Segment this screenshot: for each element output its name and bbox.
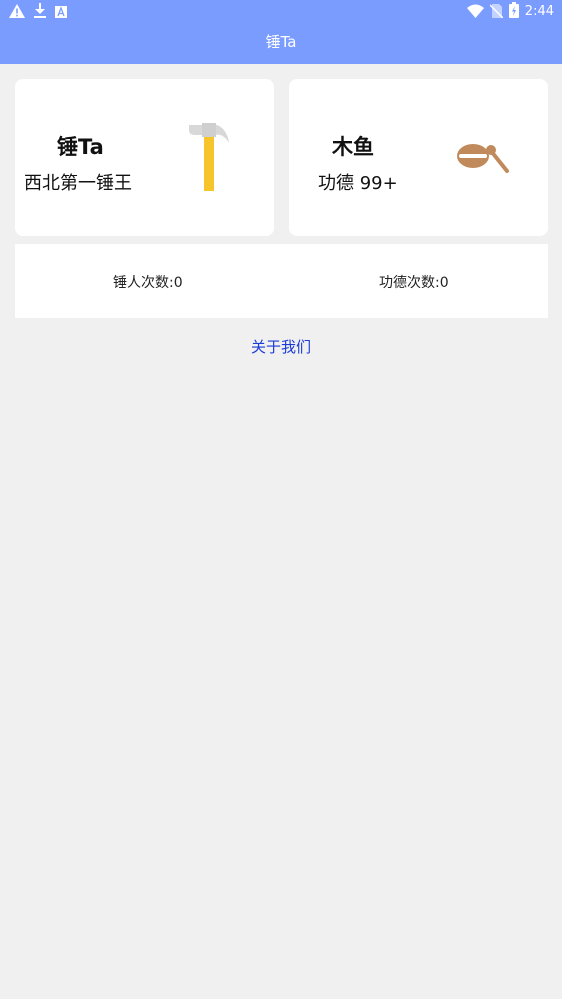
status-bar: 2:44	[0, 0, 562, 24]
font-icon	[55, 3, 67, 22]
wooden-fish-card[interactable]: 木鱼 功德 99+	[289, 79, 548, 236]
warning-icon	[9, 3, 25, 22]
hammer-icon	[187, 121, 231, 197]
download-icon	[34, 3, 46, 22]
wifi-icon	[466, 3, 484, 22]
wooden-fish-card-subtitle: 功德 99+	[318, 173, 398, 194]
page-title: 锤Ta	[265, 33, 297, 51]
hammer-card[interactable]: 锤Ta 西北第一锤王	[15, 79, 274, 236]
status-bar-left	[9, 3, 67, 22]
wooden-fish-card-title: 木鱼	[332, 135, 374, 159]
about-us-link[interactable]: 关于我们	[0, 336, 562, 357]
battery-icon	[508, 2, 519, 22]
stats-panel: 锤人次数:0 功德次数:0	[15, 244, 548, 318]
status-bar-right: 2:44	[466, 2, 554, 22]
hammer-count: 锤人次数:0	[113, 275, 183, 291]
hammer-card-subtitle: 西北第一锤王	[24, 173, 132, 194]
wooden-fish-icon	[455, 139, 511, 179]
hammer-card-title: 锤Ta	[57, 135, 104, 159]
no-sim-icon	[489, 3, 504, 22]
status-time: 2:44	[524, 4, 554, 19]
merit-count: 功德次数:0	[379, 275, 449, 291]
app-bar: 2:44 锤Ta	[0, 0, 562, 64]
